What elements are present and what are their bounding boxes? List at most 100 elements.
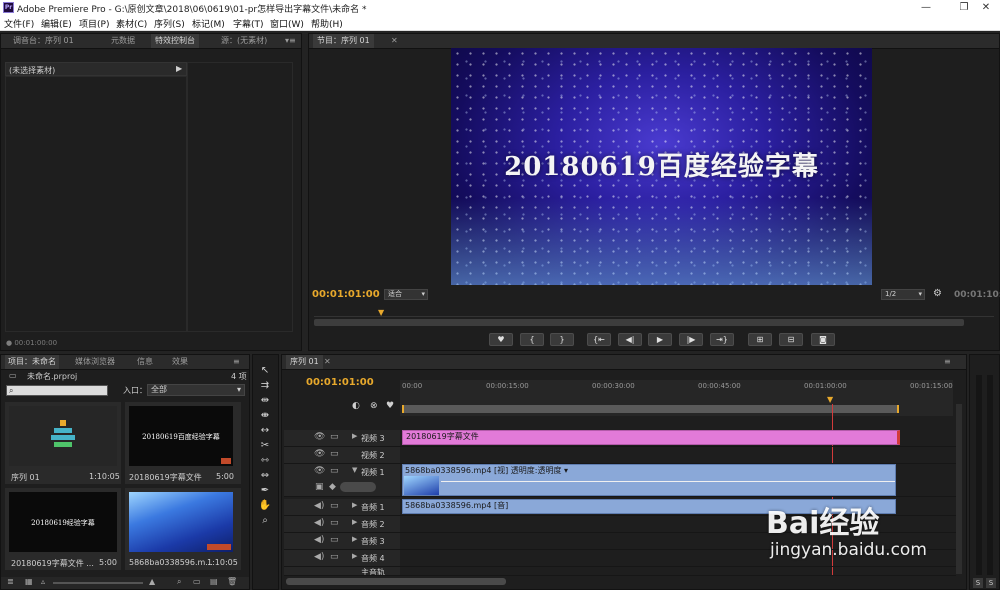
go-to-in-button[interactable]: {⇤ <box>587 333 611 346</box>
project-item-video[interactable]: 5868ba0338596.m... 1:10:05 <box>125 488 241 570</box>
search-input[interactable]: ⌕ <box>6 385 108 396</box>
zoom-select[interactable]: 适合 ▾ <box>384 289 428 300</box>
menu-edit[interactable]: 编辑(E) <box>41 15 72 30</box>
razor-tool-icon[interactable]: ✂ <box>258 439 272 452</box>
menu-file[interactable]: 文件(F) <box>4 15 34 30</box>
zoom-tool-icon[interactable]: ⌕ <box>258 514 272 527</box>
hand-tool-icon[interactable]: ✋ <box>258 499 272 512</box>
audio-clip-icon[interactable]: ▭ <box>330 501 339 511</box>
eye-icon[interactable]: 👁 <box>314 432 325 442</box>
step-back-button[interactable]: ◀| <box>618 333 642 346</box>
timeline-vertical-scrollbar[interactable] <box>956 404 962 574</box>
panel-menu-icon[interactable]: ≡ <box>233 355 240 369</box>
lift-button[interactable]: ⊞ <box>748 333 772 346</box>
film-icon[interactable]: ▭ <box>330 466 339 476</box>
expand-arrow-icon[interactable]: ▶ <box>352 535 357 543</box>
step-forward-button[interactable]: |▶ <box>679 333 703 346</box>
timeline-playhead-icon[interactable]: ▼ <box>827 395 833 404</box>
add-marker-icon[interactable]: ♥ <box>386 401 394 411</box>
solo-left-button[interactable]: S <box>973 578 983 588</box>
display-style-icon[interactable]: ▣ <box>315 482 324 492</box>
collapse-arrow-icon[interactable]: ▼ <box>352 466 357 474</box>
timeline-timecode[interactable]: 00:01:01:00 <box>306 377 374 388</box>
link-icon[interactable]: ⊗ <box>370 401 378 411</box>
film-icon[interactable]: ▭ <box>330 449 339 459</box>
speaker-icon[interactable]: ◀) <box>314 552 324 562</box>
zoom-out-icon[interactable]: ▵ <box>41 577 45 586</box>
close-tab-icon[interactable]: ✕ <box>324 355 331 369</box>
eye-icon[interactable]: 👁 <box>314 449 325 459</box>
snap-icon[interactable]: ◐ <box>352 401 360 411</box>
expand-arrow-icon[interactable]: ▶ <box>352 501 357 509</box>
keyframe-icon[interactable]: ◆ <box>329 482 336 492</box>
extract-button[interactable]: ⊟ <box>779 333 803 346</box>
menu-clip[interactable]: 素材(C) <box>116 15 147 30</box>
audio-clip-icon[interactable]: ▭ <box>330 518 339 528</box>
opacity-line[interactable] <box>441 481 895 482</box>
expand-arrow-icon[interactable]: ▶ <box>352 432 357 440</box>
speaker-icon[interactable]: ◀) <box>314 518 324 528</box>
film-icon[interactable]: ▭ <box>330 432 339 442</box>
panel-menu-icon[interactable]: ≡ <box>944 355 951 369</box>
ripple-edit-tool-icon[interactable]: ⇹ <box>258 394 272 407</box>
rolling-edit-tool-icon[interactable]: ⇼ <box>258 409 272 422</box>
rate-stretch-tool-icon[interactable]: ↔ <box>258 424 272 437</box>
expand-arrow-icon[interactable]: ▶ <box>352 518 357 526</box>
speaker-icon[interactable]: ◀) <box>314 501 324 511</box>
menu-project[interactable]: 项目(P) <box>79 15 109 30</box>
thumbnail-size-slider[interactable] <box>53 582 143 584</box>
program-scroll-bar[interactable] <box>314 319 964 326</box>
work-area-bar[interactable] <box>402 405 899 413</box>
menu-sequence[interactable]: 序列(S) <box>154 15 185 30</box>
close-button[interactable]: ✕ <box>972 0 1000 15</box>
tab-info[interactable]: 信息 <box>137 355 153 369</box>
tab-effects[interactable]: 效果 <box>172 355 188 369</box>
tab-project[interactable]: 项目：未命名 <box>5 355 59 369</box>
timeline-horizontal-scrollbar[interactable] <box>286 578 506 585</box>
tab-media-browser[interactable]: 媒体浏览器 <box>75 355 115 369</box>
tab-effect-controls[interactable]: 特效控制台 <box>151 34 199 48</box>
slip-tool-icon[interactable]: ⇿ <box>258 454 272 467</box>
in-select[interactable]: 全部 ▾ <box>147 384 245 396</box>
new-item-icon[interactable]: ▤ <box>210 577 218 586</box>
title-clip[interactable]: 20180619字幕文件 <box>402 430 900 445</box>
program-timecode[interactable]: 00:01:01:00 <box>312 289 380 300</box>
tab-metadata[interactable]: 元数据 <box>111 34 135 48</box>
play-button[interactable]: ▶ <box>648 333 672 346</box>
project-item-title-copy[interactable]: 20180619经验字幕 20180619字幕文件 ... 5:00 <box>5 488 121 570</box>
list-view-icon[interactable]: ≣ <box>7 577 14 586</box>
menu-title[interactable]: 字幕(T) <box>233 15 264 30</box>
selection-tool-icon[interactable]: ↖ <box>258 364 272 377</box>
mark-in-button[interactable]: { <box>520 333 544 346</box>
zoom-in-icon[interactable]: ▲ <box>149 577 155 586</box>
speaker-icon[interactable]: ◀) <box>314 535 324 545</box>
tab-audio-mixer[interactable]: 调音台：序列 01 <box>13 34 74 48</box>
tab-sequence[interactable]: 序列 01 <box>286 355 323 369</box>
wrench-icon[interactable]: ⚙ <box>933 288 942 299</box>
close-tab-icon[interactable]: ✕ <box>391 34 398 48</box>
minimize-button[interactable]: — <box>912 0 940 15</box>
expand-arrow-icon[interactable]: ▶ <box>176 64 182 73</box>
export-frame-button[interactable]: ◙ <box>811 333 835 346</box>
keyframe-nav[interactable] <box>340 482 376 492</box>
expand-arrow-icon[interactable]: ▶ <box>352 552 357 560</box>
audio-clip-icon[interactable]: ▭ <box>330 552 339 562</box>
solo-right-button[interactable]: S <box>986 578 996 588</box>
new-bin-icon[interactable]: ▭ <box>193 577 201 586</box>
project-item-sequence[interactable]: 序列 01 1:10:05 <box>5 402 121 484</box>
audio-clip-icon[interactable]: ▭ <box>330 535 339 545</box>
menu-help[interactable]: 帮助(H) <box>311 15 343 30</box>
menu-window[interactable]: 窗口(W) <box>270 15 304 30</box>
go-to-out-button[interactable]: ⇥} <box>710 333 734 346</box>
add-marker-button[interactable]: ♥ <box>489 333 513 346</box>
menu-marker[interactable]: 标记(M) <box>192 15 225 30</box>
pen-tool-icon[interactable]: ✒ <box>258 484 272 497</box>
slide-tool-icon[interactable]: ⇔ <box>258 469 272 482</box>
project-item-title[interactable]: 20180619百度经验字幕 20180619字幕文件 5:00 <box>125 402 241 484</box>
delete-icon[interactable]: 🗑 <box>227 577 237 586</box>
mark-out-button[interactable]: } <box>550 333 574 346</box>
find-icon[interactable]: ⌕ <box>177 577 181 587</box>
eye-icon[interactable]: 👁 <box>314 466 325 476</box>
track-select-tool-icon[interactable]: ⇉ <box>258 379 272 392</box>
panel-menu-icon[interactable]: ▾≡ <box>285 34 296 48</box>
